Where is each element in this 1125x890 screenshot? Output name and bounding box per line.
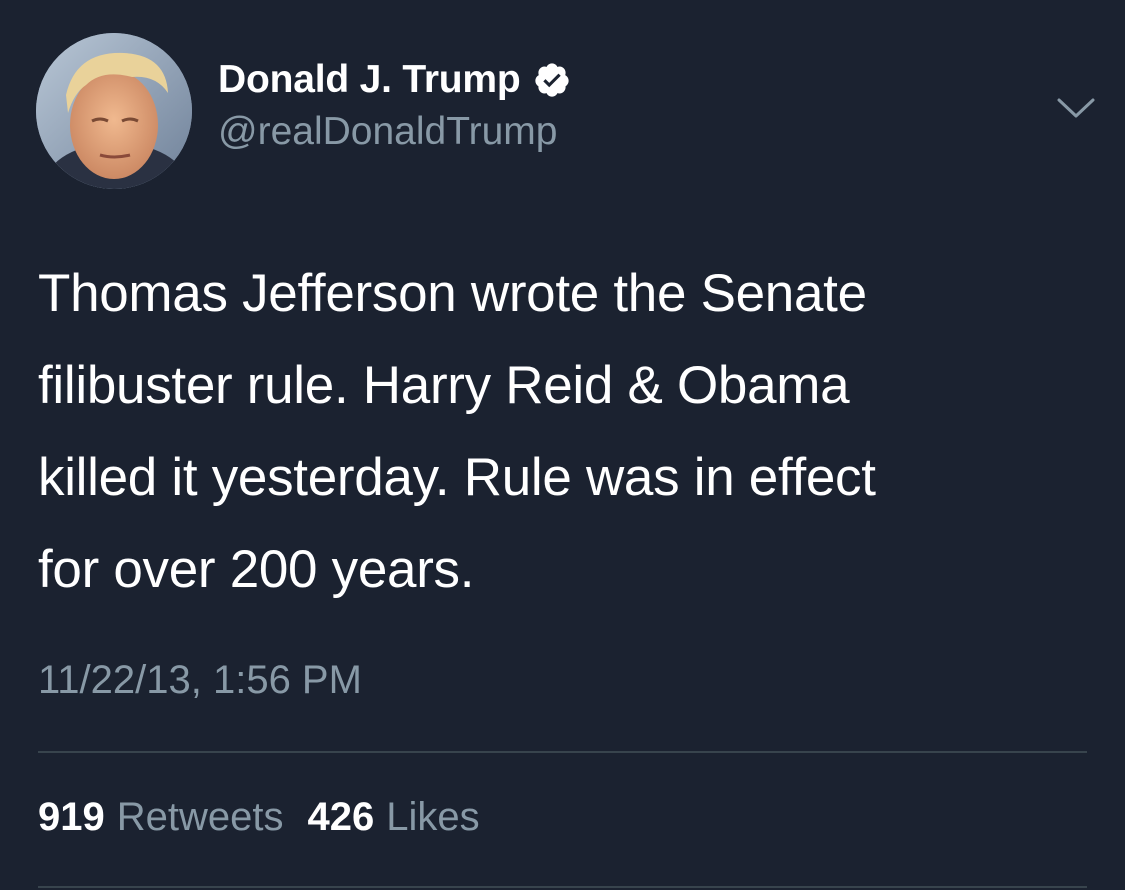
retweets-label: Retweets bbox=[116, 795, 284, 839]
tweet-timestamp[interactable]: 11/22/13, 1:56 PM bbox=[38, 658, 362, 703]
likes-stat[interactable]: 426 Likes bbox=[308, 795, 480, 840]
tweet-stats: 919 Retweets 426 Likes bbox=[38, 795, 504, 840]
divider-bottom bbox=[38, 886, 1087, 888]
avatar-image bbox=[36, 33, 192, 189]
avatar[interactable] bbox=[36, 33, 192, 189]
divider bbox=[38, 751, 1087, 753]
likes-count: 426 bbox=[307, 795, 375, 839]
author-handle[interactable]: @realDonaldTrump bbox=[218, 110, 557, 154]
retweets-count: 919 bbox=[38, 795, 105, 839]
verified-badge-icon bbox=[533, 61, 571, 99]
author-name-row: Donald J. Trump bbox=[218, 58, 571, 102]
retweets-stat[interactable]: 919 Retweets bbox=[38, 795, 284, 840]
tweet-text: Thomas Jefferson wrote the Senate filibu… bbox=[38, 264, 876, 599]
likes-label: Likes bbox=[386, 795, 480, 839]
author-display-name[interactable]: Donald J. Trump bbox=[218, 58, 521, 102]
tweet-card: Donald J. Trump @realDonaldTrump Thomas … bbox=[0, 0, 1125, 890]
chevron-down-icon[interactable] bbox=[1056, 96, 1096, 120]
